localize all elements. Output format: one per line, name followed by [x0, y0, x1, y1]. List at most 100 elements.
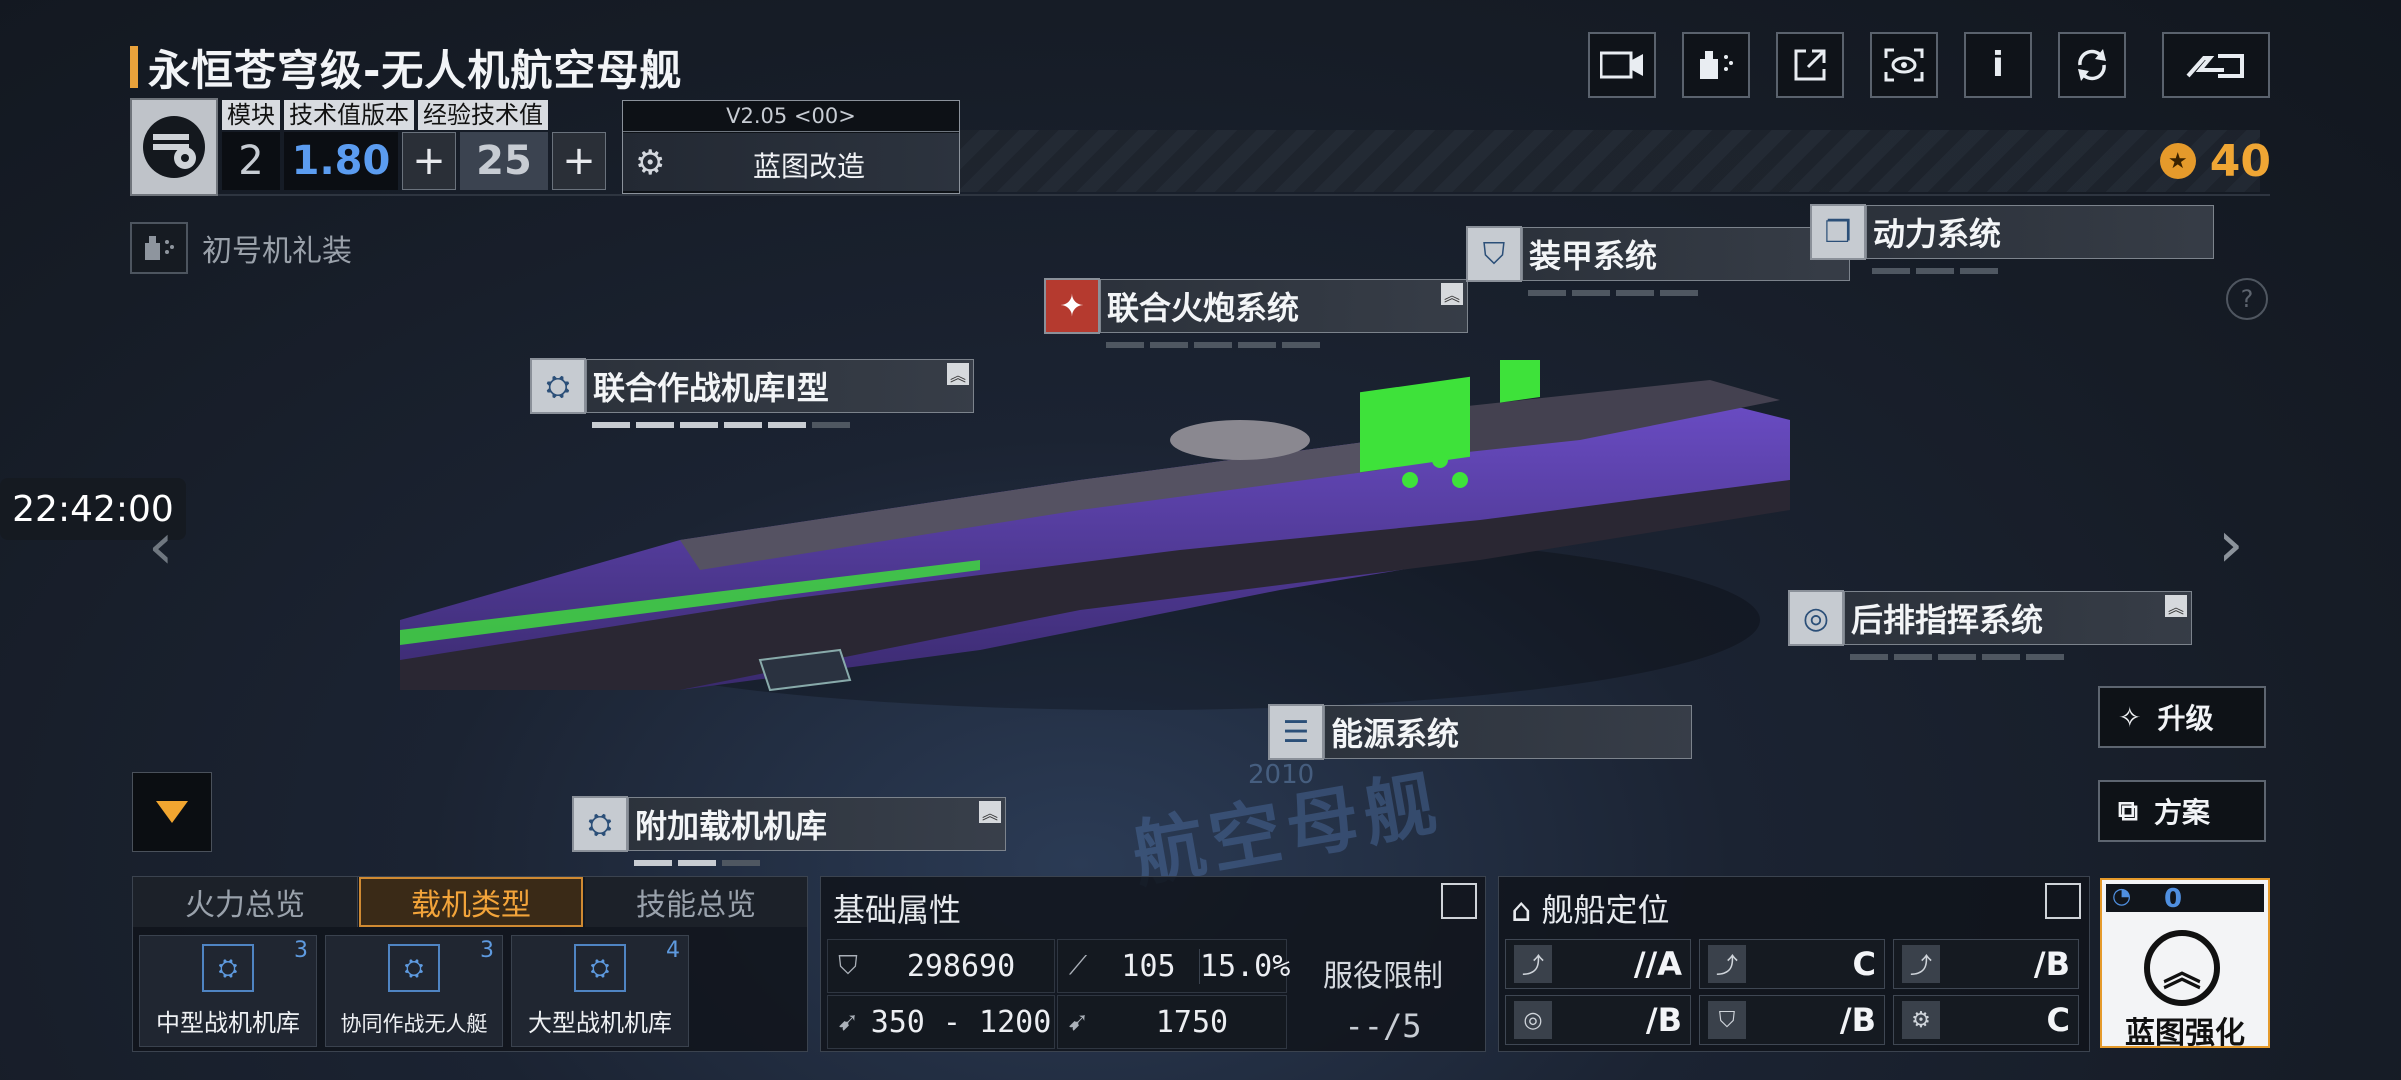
- role-cell: ⤴ C: [1699, 939, 1885, 989]
- hp-cell: ⛉ 298690: [827, 939, 1055, 993]
- tab-carrier-type[interactable]: 载机类型: [359, 877, 583, 927]
- plan-button[interactable]: ⧉ 方案: [2098, 780, 2266, 842]
- level-bars: [1106, 342, 1320, 348]
- hangar-card[interactable]: ⛭ 4 大型战机机库: [511, 935, 689, 1047]
- hangar-label: 协同作战无人艇: [340, 1012, 488, 1036]
- role-grade: /B: [1645, 1001, 1682, 1039]
- hangar-icon: ⛭: [530, 358, 586, 414]
- role-cell: ◎ /B: [1505, 995, 1691, 1045]
- warp-icon: ➹: [1067, 1007, 1089, 1037]
- warp-value: 1750: [1155, 1004, 1229, 1040]
- spray-icon[interactable]: [1682, 32, 1750, 98]
- refresh-icon[interactable]: [2058, 32, 2126, 98]
- armor-percent: 15.0%: [1199, 948, 1291, 984]
- info-icon[interactable]: i: [1964, 32, 2032, 98]
- shield-icon: ⛉: [1466, 226, 1522, 282]
- speed-icon: ➹: [837, 1007, 859, 1037]
- tab-skills[interactable]: 技能总览: [585, 877, 808, 927]
- system-energy[interactable]: ☰ 能源系统: [1268, 704, 1692, 760]
- role-cell: ⤴ /B: [1893, 939, 2079, 989]
- armor-icon: ⟋: [1068, 950, 1088, 981]
- double-chevron-up-icon: ︽: [2144, 930, 2220, 1006]
- upgrade-button[interactable]: ✧ 升级: [2098, 686, 2266, 748]
- role-grade: C: [2046, 1001, 2070, 1039]
- skin-label: 初号机礼装: [202, 234, 352, 269]
- chevron-up-icon: ︽: [2165, 595, 2187, 617]
- share-icon[interactable]: [1776, 32, 1844, 98]
- shield-icon: ⛉: [838, 950, 858, 981]
- video-icon[interactable]: [1588, 32, 1656, 98]
- engine-icon: ❐: [1810, 204, 1866, 260]
- enhance-count: 0: [2164, 884, 2183, 914]
- carrier-panel: 火力总览 载机类型 技能总览 ⛭ 3 中型战机机库 ⛭ 3 协同作战无人艇 ⛭ …: [132, 876, 808, 1052]
- system-label: 装甲系统: [1529, 237, 1658, 275]
- role-cell: ⚙ C: [1893, 995, 2079, 1045]
- system-label: 动力系统: [1873, 215, 2002, 253]
- prev-ship-arrow-icon[interactable]: ‹: [148, 510, 174, 584]
- system-command[interactable]: ◎ 后排指挥系统 ︽: [1788, 590, 2192, 660]
- next-ship-arrow-icon[interactable]: ›: [2218, 508, 2244, 582]
- plan-label: 方案: [2154, 796, 2211, 829]
- role-grade: /B: [1839, 1001, 1876, 1039]
- back-icon[interactable]: [2162, 32, 2270, 98]
- cog-icon: ⚙: [635, 143, 666, 183]
- speed-cell: ➹ 350 - 1200: [827, 995, 1055, 1049]
- system-hangar-1[interactable]: ⛭ 联合作战机库I型 ︽: [530, 358, 974, 428]
- ship-model[interactable]: [380, 360, 1820, 760]
- remodel-button[interactable]: ⚙ 蓝图改造: [623, 133, 959, 191]
- skin-button[interactable]: 初号机礼装: [130, 222, 352, 274]
- role-title: ⌂ 舰船定位: [1511, 891, 1670, 929]
- version-box: V2.05 <00> ⚙ 蓝图改造: [622, 100, 960, 194]
- expand-icon[interactable]: [1441, 883, 1477, 919]
- hangar-count: 3: [480, 938, 494, 963]
- stat-values: 2 1.80 + 25 +: [222, 132, 606, 190]
- exp-tech-value: 25: [460, 132, 548, 190]
- blueprint-enhance-button[interactable]: ◔ 0 ︽ 蓝图强化: [2100, 878, 2270, 1051]
- fighter-icon: ⤴: [1708, 945, 1746, 983]
- collapse-button[interactable]: [132, 772, 212, 852]
- system-extra-hangar[interactable]: ⛭ 附加载机机库 ︽: [572, 796, 1006, 866]
- tech-version-value: 1.80: [284, 132, 398, 190]
- speed-value: 350 - 1200: [870, 1004, 1052, 1040]
- drone-icon: ⛭: [388, 944, 440, 992]
- title-accent: [130, 46, 138, 88]
- system-label: 联合火炮系统: [1107, 289, 1300, 327]
- compass-icon: ◎: [1514, 1001, 1552, 1039]
- tab-firepower[interactable]: 火力总览: [133, 877, 358, 927]
- help-icon[interactable]: ?: [2226, 278, 2268, 320]
- expand-icon[interactable]: [2045, 883, 2081, 919]
- energy-icon: ☰: [1268, 704, 1324, 760]
- support-icon: ⤴: [1902, 945, 1940, 983]
- level-bars: [1850, 654, 2064, 660]
- view-icon[interactable]: [1870, 32, 1938, 98]
- gear-icon: [143, 116, 205, 178]
- star-coin-icon: ★: [2159, 143, 2196, 179]
- system-label: 能源系统: [1331, 715, 1460, 753]
- page-title: 永恒苍穹级-无人机航空母舰: [148, 45, 683, 95]
- role-panel: ⌂ 舰船定位 ⤴//A ⤴ C ⤴/B ◎/B ⛉/B ⚙ C: [1498, 876, 2090, 1052]
- role-title-text: 舰船定位: [1541, 891, 1670, 929]
- role-grade: C: [1852, 945, 1876, 983]
- hangar-card[interactable]: ⛭ 3 协同作战无人艇: [325, 935, 503, 1047]
- hangar-count: 4: [666, 938, 680, 963]
- service-label: 服役限制: [1323, 959, 1443, 994]
- gear-icon: ⚙: [1902, 1001, 1940, 1039]
- level-bars: [1872, 268, 1998, 274]
- ship-class-emblem[interactable]: [130, 98, 218, 196]
- system-cannon[interactable]: ✦ 联合火炮系统 ︽: [1044, 278, 1468, 348]
- tech-version-plus-button[interactable]: +: [402, 132, 456, 190]
- hangar-label: 中型战机机库: [156, 1009, 300, 1037]
- system-power[interactable]: ❐ 动力系统: [1810, 204, 2214, 274]
- role-grade: /B: [2033, 945, 2070, 983]
- hangar-card[interactable]: ⛭ 3 中型战机机库: [139, 935, 317, 1047]
- attributes-panel: 基础属性 ⛉ 298690 ⟋ 105 15.0% ➹ 350 - 1200 ➹…: [820, 876, 1486, 1052]
- warp-cell: ➹ 1750: [1057, 995, 1287, 1049]
- hangar-icon: ⛭: [572, 796, 628, 852]
- level-bars: [592, 422, 850, 428]
- system-armor[interactable]: ⛉ 装甲系统︽: [1466, 226, 1850, 296]
- armor-value: 105: [1121, 948, 1176, 984]
- exp-tech-plus-button[interactable]: +: [552, 132, 606, 190]
- upgrade-label: 升级: [2157, 702, 2214, 735]
- module-value: 2: [222, 132, 280, 190]
- blueprint-icon: ◔: [2112, 884, 2132, 909]
